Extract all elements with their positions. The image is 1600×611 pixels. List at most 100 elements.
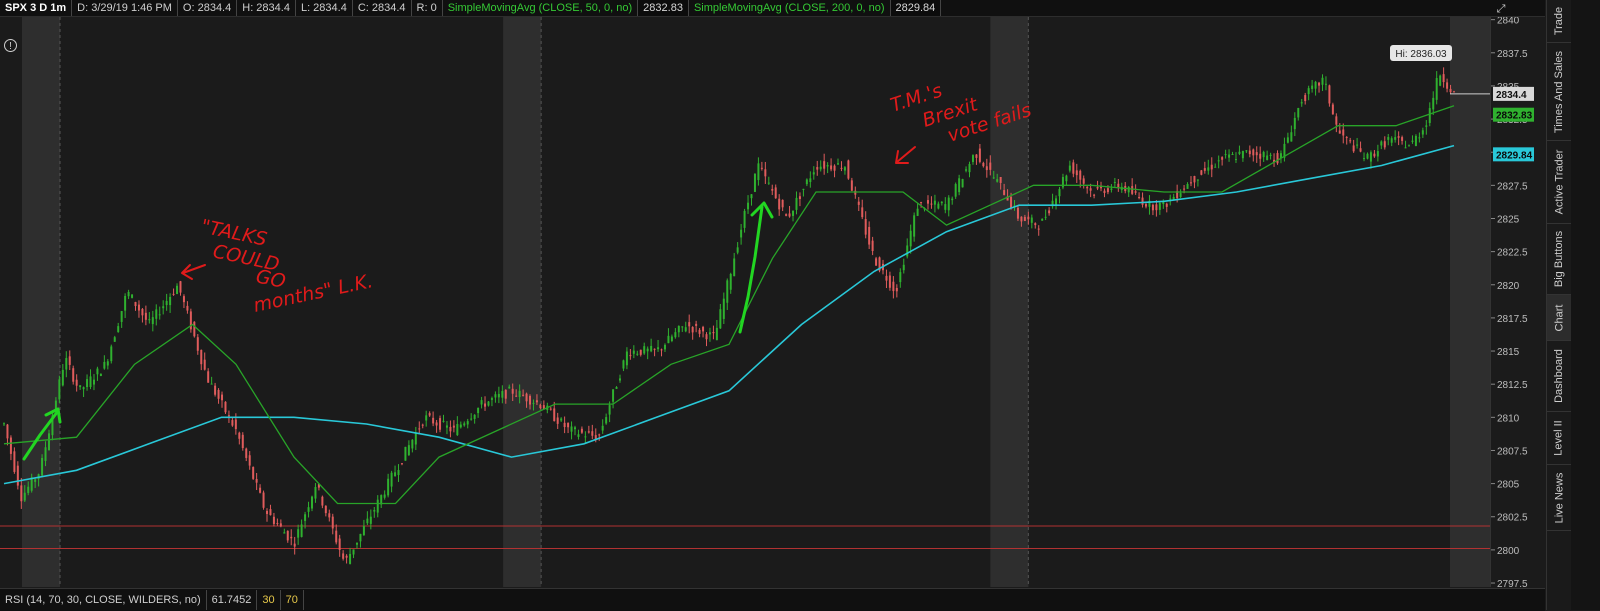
- last-price-marker-text: 2834.4: [1496, 90, 1527, 101]
- candle-down: [193, 321, 196, 337]
- candle-down: [1248, 150, 1251, 155]
- candle-down: [1276, 153, 1279, 164]
- candle-down: [1189, 182, 1192, 184]
- price-axis[interactable]: 2797.5 2800 2802.5 2805 2807.5 2810 2812.5 2815…: [1490, 16, 1546, 590]
- tab-live-news-label: Live News: [1553, 472, 1565, 523]
- candle-down: [764, 169, 767, 177]
- candle-up: [681, 326, 684, 328]
- candle-down: [698, 329, 701, 334]
- candle-down: [1259, 153, 1262, 159]
- candle-up: [501, 391, 504, 398]
- axis-tick-label: 2802.5: [1497, 513, 1528, 524]
- axis-tick-label: 2840: [1497, 17, 1520, 27]
- tab-level-ii[interactable]: Level II: [1547, 412, 1571, 465]
- candle-up: [729, 273, 732, 290]
- candle-down: [816, 167, 819, 170]
- candle-down: [1075, 170, 1078, 176]
- candle-down: [227, 415, 230, 417]
- candle-down: [1210, 164, 1213, 170]
- tab-active-trader[interactable]: Active Trader: [1547, 141, 1571, 224]
- candle-down: [587, 431, 590, 433]
- candle-up: [61, 369, 64, 386]
- candle-down: [75, 379, 78, 386]
- tab-big-buttons[interactable]: Big Buttons: [1547, 224, 1571, 295]
- tab-live-news[interactable]: Live News: [1547, 465, 1571, 531]
- tab-active-trader-label: Active Trader: [1553, 149, 1565, 215]
- candle-up: [767, 182, 770, 184]
- tab-dashboard-label: Dashboard: [1553, 349, 1566, 403]
- candle-down: [224, 401, 227, 413]
- candle-up: [622, 360, 625, 369]
- candle-up: [944, 204, 947, 210]
- candle-down: [335, 530, 338, 543]
- axis-tick-label: 2825: [1497, 214, 1520, 225]
- candle-up: [1314, 81, 1317, 89]
- candle-up: [151, 317, 154, 325]
- sma200-study-label[interactable]: SimpleMovingAvg (CLOSE, 200, 0, no): [689, 0, 891, 16]
- tab-chart[interactable]: Chart: [1547, 295, 1571, 341]
- candle-down: [269, 509, 272, 516]
- candle-up: [1311, 85, 1314, 89]
- candle-up: [1435, 78, 1438, 100]
- candle-up: [390, 472, 393, 487]
- candle-up: [532, 402, 535, 404]
- candle-down: [1155, 204, 1158, 211]
- candle-down: [549, 408, 552, 410]
- candle-down: [1145, 204, 1148, 207]
- candle-down: [452, 425, 455, 428]
- candle-up: [176, 285, 179, 295]
- price-axis-svg: 2797.5 2800 2802.5 2805 2807.5 2810 2812.5 2815…: [1491, 16, 1534, 590]
- candle-up: [1404, 147, 1407, 149]
- candle-up: [124, 295, 127, 311]
- info-icon[interactable]: !: [4, 39, 17, 52]
- candle-up: [1307, 88, 1310, 95]
- candle-up: [283, 532, 286, 534]
- sma200-line: [3, 144, 1455, 485]
- candle-down: [688, 322, 691, 327]
- candle-up: [570, 426, 573, 432]
- candle-up: [947, 197, 950, 211]
- candle-up: [719, 309, 722, 329]
- candle-down: [580, 428, 583, 433]
- candle-down: [234, 419, 237, 430]
- candle-up: [750, 194, 753, 199]
- sma200-marker-text: 2829.84: [1496, 150, 1533, 161]
- candle-up: [608, 405, 611, 415]
- symbol-label[interactable]: SPX 3 D 1m: [0, 0, 73, 16]
- session-band-right: [1450, 17, 1490, 587]
- candle-down: [1165, 203, 1168, 207]
- candle-down: [1338, 130, 1341, 134]
- rsi-label[interactable]: RSI (14, 70, 30, CLOSE, WILDERS, no): [0, 590, 207, 610]
- tab-times-and-sales[interactable]: Times And Sales: [1547, 43, 1571, 141]
- tab-trade[interactable]: Trade: [1547, 0, 1571, 43]
- candle-up: [1297, 108, 1300, 118]
- candle-down: [1089, 188, 1092, 191]
- candle-up: [162, 306, 165, 309]
- price-chart[interactable]: "TALKS COULD GO months" L.K. T.M.'s Brexit vot…: [0, 17, 1490, 587]
- maximize-icon[interactable]: ⤢: [1494, 2, 1508, 16]
- axis-tick-label: 2822.5: [1497, 248, 1528, 259]
- right-panel-scroll[interactable]: [1571, 0, 1600, 610]
- sma50-study-label[interactable]: SimpleMovingAvg (CLOSE, 50, 0, no): [443, 0, 639, 16]
- low-label: L: 2834.4: [296, 0, 353, 16]
- tab-dashboard[interactable]: Dashboard: [1547, 341, 1571, 412]
- candle-down: [1183, 188, 1186, 190]
- candle-up: [1186, 184, 1189, 189]
- candle-down: [1003, 190, 1006, 195]
- candle-up: [747, 202, 750, 210]
- candle-up: [414, 432, 417, 445]
- candle-up: [612, 389, 615, 402]
- candle-up: [674, 332, 677, 338]
- candle-down: [203, 359, 206, 370]
- candle-up: [708, 332, 711, 335]
- high-bubble-text: Hi: 2836.03: [1395, 49, 1447, 60]
- candle-up: [736, 247, 739, 253]
- candle-up: [795, 197, 798, 210]
- candle-down: [864, 219, 867, 235]
- candle-down: [999, 176, 1002, 183]
- candle-down: [1221, 157, 1224, 160]
- candle-up: [463, 423, 466, 426]
- candle-up: [131, 294, 134, 298]
- candle-up: [359, 533, 362, 542]
- tab-level-ii-label: Level II: [1553, 420, 1565, 456]
